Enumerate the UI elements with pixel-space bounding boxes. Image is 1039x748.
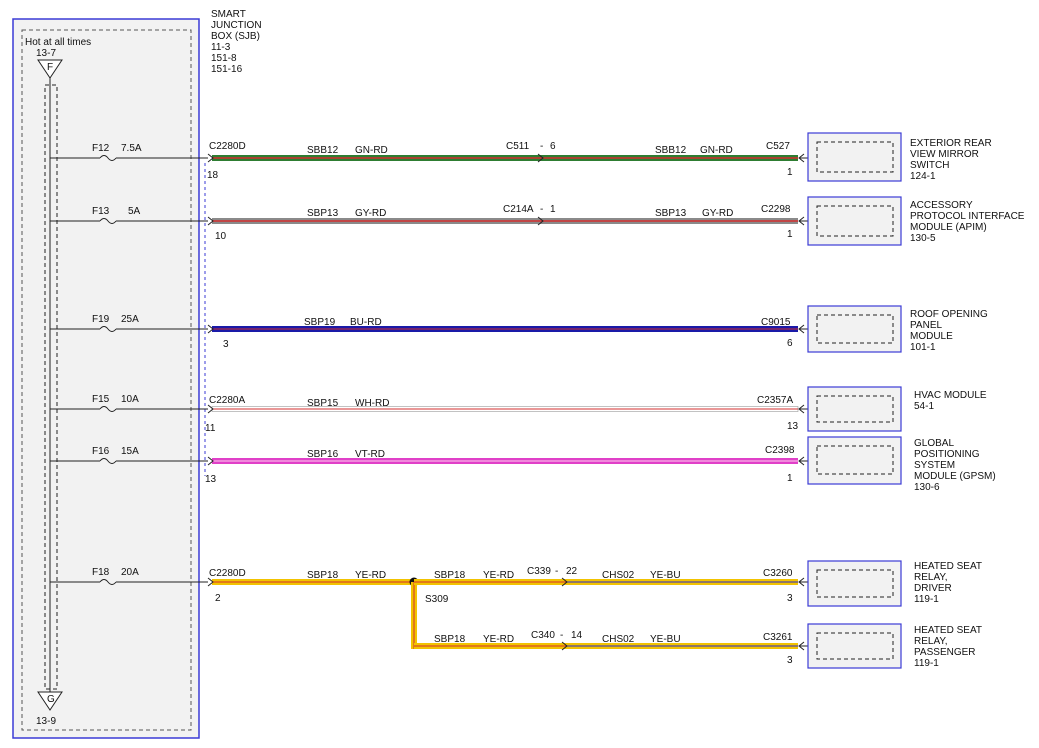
mid-dash: -	[540, 141, 543, 152]
module-box	[807, 305, 902, 353]
seg1-circuit: SBP15	[307, 398, 339, 409]
fuse-label: F19	[92, 314, 110, 325]
seg2-circuit: SBB12	[655, 145, 687, 156]
seg1-color: GN-RD	[355, 145, 388, 156]
end-pin: 3	[787, 655, 793, 666]
mid-connector: C339	[527, 566, 551, 577]
module-box	[807, 386, 902, 432]
seg1-circuit: SBP19	[304, 317, 336, 328]
end-pin: 6	[787, 338, 793, 349]
fuse-amp: 25A	[121, 314, 139, 325]
top-ref: 13-7	[36, 48, 56, 59]
seg1-circuit: SBP18	[307, 570, 339, 581]
end-connector: C9015	[761, 317, 791, 328]
seg2-color: GY-RD	[702, 208, 733, 219]
mid-dash: -	[560, 630, 563, 641]
seg1-color: VT-RD	[355, 449, 385, 460]
sjb-pin: 11	[205, 423, 216, 434]
fuse-label: F18	[92, 567, 110, 578]
sjb-box	[12, 18, 200, 739]
end-pin: 1	[787, 473, 793, 484]
sjb-title: SMART JUNCTION BOX (SJB) 11-3 151-8 151-…	[211, 9, 264, 75]
sjb-pin: 13	[205, 474, 217, 485]
fuse-amp: 20A	[121, 567, 139, 578]
seg1-circuit: SBP13	[307, 208, 339, 219]
sjb-pin: 18	[207, 170, 219, 181]
end-connector: C2298	[761, 204, 791, 215]
module-name: HVAC MODULE 54-1	[914, 390, 989, 412]
branch-circuit: SBP18	[434, 634, 466, 645]
sjb-connector: C2280D	[209, 568, 246, 579]
module-box	[807, 196, 902, 246]
splice-label: S309	[425, 594, 449, 605]
module-name: GLOBAL POSITIONING SYSTEM MODULE (GPSM) …	[914, 438, 998, 493]
mid-connector: C340	[531, 630, 555, 641]
module-box	[807, 560, 902, 607]
mid-connector: C511	[506, 141, 530, 152]
sjb-pin: 2	[215, 593, 221, 604]
mid-connector: C214A	[503, 204, 534, 215]
fuse-label: F13	[92, 206, 110, 217]
seg2-color: YE-BU	[650, 570, 681, 581]
module-name: EXTERIOR REAR VIEW MIRROR SWITCH 124-1	[910, 138, 994, 182]
fuse-label: F12	[92, 143, 110, 154]
mid-dash: -	[540, 204, 543, 215]
end-connector: C2398	[765, 445, 795, 456]
module-name: HEATED SEAT RELAY, PASSENGER 119-1	[914, 625, 985, 669]
mid-pin: 1	[550, 204, 556, 215]
bottom-ref: 13-9	[36, 716, 56, 727]
mid-dash: -	[555, 566, 558, 577]
sjb-pin: 10	[215, 231, 227, 242]
end-connector: C2357A	[757, 395, 793, 406]
fuse-label: F16	[92, 446, 110, 457]
fuse-amp: 15A	[121, 446, 139, 457]
seg1-color: YE-RD	[355, 570, 386, 581]
sjb-connector: C2280A	[209, 395, 245, 406]
seg1-color: WH-RD	[355, 398, 389, 409]
bus-bottom-letter: G	[47, 694, 55, 705]
end-connector: C3260	[763, 568, 793, 579]
seg2-color: GN-RD	[700, 145, 733, 156]
end-pin: 13	[787, 421, 799, 432]
end-connector: C527	[766, 141, 790, 152]
hot-label: Hot at all times	[25, 37, 91, 48]
end-pin: 1	[787, 167, 793, 178]
module-box	[807, 132, 902, 182]
module-name: HEATED SEAT RELAY, DRIVER 119-1	[914, 561, 985, 605]
fuse-amp: 5A	[128, 206, 141, 217]
fuse-label: F15	[92, 394, 110, 405]
seg1-color: GY-RD	[355, 208, 386, 219]
branch-circuit: SBP18	[434, 570, 466, 581]
seg1-circuit: SBB12	[307, 145, 339, 156]
module-box	[807, 436, 902, 485]
end-pin: 1	[787, 229, 793, 240]
branch-color: YE-RD	[483, 634, 514, 645]
module-box	[807, 623, 902, 669]
fuse-amp: 7.5A	[121, 143, 142, 154]
seg2-circuit: SBP13	[655, 208, 687, 219]
end-pin: 3	[787, 593, 793, 604]
bus-top-letter: F	[47, 62, 53, 73]
module-name: ACCESSORY PROTOCOL INTERFACE MODULE (API…	[910, 200, 1027, 244]
seg1-circuit: SBP16	[307, 449, 339, 460]
wiring-diagram: SMART JUNCTION BOX (SJB) 11-3 151-8 151-…	[12, 9, 1027, 739]
seg2-circuit: CHS02	[602, 634, 635, 645]
fuse-amp: 10A	[121, 394, 139, 405]
seg2-circuit: CHS02	[602, 570, 635, 581]
module-name: ROOF OPENING PANEL MODULE 101-1	[910, 309, 991, 353]
sjb-connector: C2280D	[209, 141, 246, 152]
seg2-color: YE-BU	[650, 634, 681, 645]
end-connector: C3261	[763, 632, 793, 643]
branch-color: YE-RD	[483, 570, 514, 581]
mid-pin: 22	[566, 566, 578, 577]
sjb-pin: 3	[223, 339, 229, 350]
seg1-color: BU-RD	[350, 317, 382, 328]
mid-pin: 6	[550, 141, 556, 152]
mid-pin: 14	[571, 630, 583, 641]
